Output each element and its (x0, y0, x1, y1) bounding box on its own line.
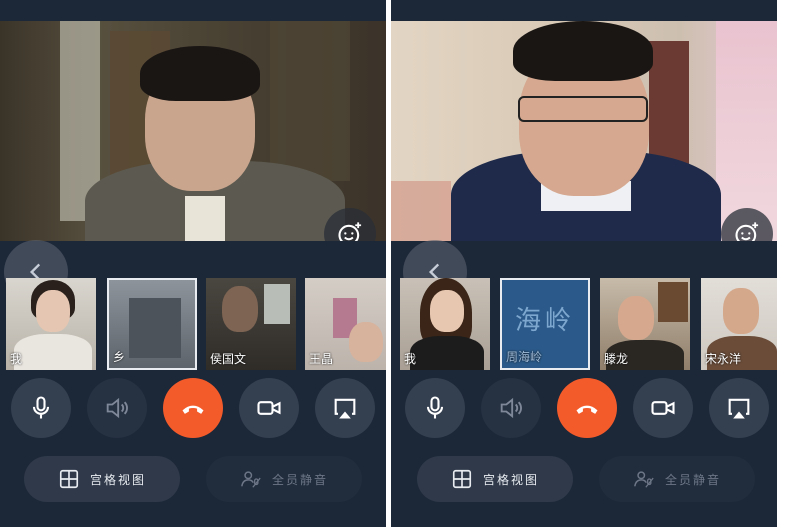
call-screen-right: 我 海岭 周海岭 滕龙 宋永洋 宫格视图 全员静音 (391, 0, 777, 527)
tile-face (349, 322, 383, 362)
shirt (185, 196, 225, 241)
grid-view-label: 宫格视图 (482, 472, 539, 487)
speaker-button[interactable] (481, 378, 541, 438)
participant-tile[interactable]: 王晶 (305, 278, 386, 370)
camera-button[interactable] (633, 378, 693, 438)
speaker-button[interactable] (87, 378, 147, 438)
microphone-button[interactable] (11, 378, 71, 438)
participant-name: 王晶 (309, 352, 334, 366)
speaker-icon (500, 397, 522, 419)
microphone-icon (426, 396, 444, 419)
person-hair (513, 21, 653, 81)
airplay-button[interactable] (709, 378, 769, 438)
tile-face (618, 296, 654, 340)
participant-tile[interactable]: 我 (400, 278, 490, 370)
participant-tile-selected[interactable]: 海岭 周海岭 (500, 278, 590, 370)
tile-face (723, 288, 759, 334)
mute-all-button[interactable]: 全员静音 (599, 456, 755, 502)
airplay-button[interactable] (315, 378, 375, 438)
mute-all-icon (241, 471, 261, 488)
main-video[interactable] (391, 21, 777, 241)
smiley-sticker-icon (338, 222, 362, 241)
grid-view-button[interactable]: 宫格视图 (24, 456, 180, 502)
participant-tile[interactable]: 宋永洋 (701, 278, 777, 370)
participant-tile[interactable]: 侯国文 (206, 278, 296, 370)
grid-icon (59, 469, 79, 489)
mute-all-label: 全员静音 (271, 472, 328, 487)
tile-body (410, 336, 484, 370)
participant-name: 宋永洋 (705, 352, 742, 366)
grid-view-button[interactable]: 宫格视图 (417, 456, 573, 502)
hangup-icon (182, 405, 204, 414)
participant-strip: 我 海岭 周海岭 滕龙 宋永洋 (391, 278, 777, 370)
main-video[interactable] (0, 21, 386, 241)
participant-strip: 我 乡 侯国文 王晶 (0, 278, 386, 370)
smiley-sticker-icon (735, 222, 759, 241)
bookshelf (270, 21, 350, 181)
cabinet (658, 282, 688, 322)
microphone-icon (32, 396, 50, 419)
microphone-button[interactable] (405, 378, 465, 438)
call-screen-left: 我 乡 侯国文 王晶 宫格视图 全员静音 (0, 0, 386, 527)
sofa (391, 181, 451, 241)
building (129, 298, 181, 358)
mute-all-label: 全员静音 (664, 472, 721, 487)
airplay-icon (334, 398, 356, 419)
participant-tile-selected[interactable]: 乡 (107, 278, 197, 370)
grid-icon (452, 469, 472, 489)
grid-view-label: 宫格视图 (89, 472, 146, 487)
participant-name: 我 (404, 352, 417, 366)
mute-all-button[interactable]: 全员静音 (206, 456, 362, 502)
tile-face (430, 290, 464, 332)
camera-icon (651, 401, 675, 415)
hangup-button[interactable] (557, 378, 617, 438)
camera-button[interactable] (239, 378, 299, 438)
airplay-icon (728, 398, 750, 419)
participant-tile[interactable]: 滕龙 (600, 278, 690, 370)
participant-tile[interactable]: 我 (6, 278, 96, 370)
speaker-icon (106, 397, 128, 419)
person-hair (140, 46, 260, 101)
tile-face (36, 290, 70, 332)
avatar-text: 海岭 (514, 306, 575, 336)
tile-body (14, 334, 92, 370)
participant-name: 乡 (113, 350, 126, 364)
window-light (264, 284, 290, 324)
tile-face (222, 286, 258, 332)
mute-all-icon (634, 471, 654, 488)
hangup-icon (576, 405, 598, 414)
participant-name: 周海岭 (506, 350, 543, 364)
camera-icon (257, 401, 281, 415)
glasses (518, 96, 648, 122)
participant-name: 我 (10, 352, 23, 366)
participant-name: 侯国文 (210, 352, 247, 366)
hangup-button[interactable] (163, 378, 223, 438)
participant-name: 滕龙 (604, 352, 629, 366)
